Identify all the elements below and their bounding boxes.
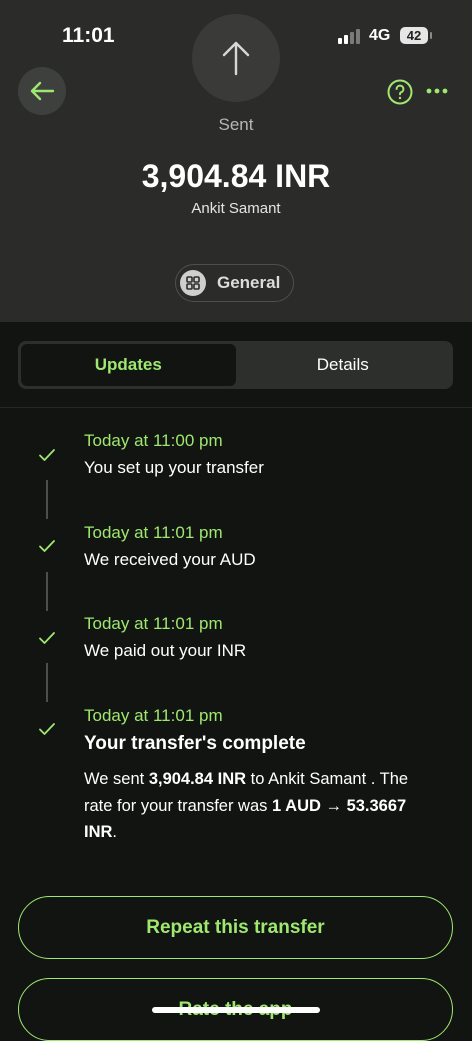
transfer-complete-description: We sent 3,904.84 INR to Ankit Samant . T… bbox=[84, 766, 439, 846]
arrow-left-icon bbox=[30, 81, 55, 101]
event-time: Today at 11:00 pm bbox=[84, 431, 223, 450]
recipient-name: Ankit Samant bbox=[191, 200, 281, 217]
check-icon bbox=[39, 449, 55, 461]
event-time: Today at 11:01 pm bbox=[84, 706, 223, 725]
help-icon[interactable] bbox=[387, 79, 413, 105]
transfer-header: 11:01 4G 42 Sent 3,904.84 INR Ankit Sama… bbox=[0, 0, 472, 322]
timeline-connector bbox=[46, 572, 48, 611]
event-title: You set up your transfer bbox=[84, 458, 264, 477]
back-button[interactable] bbox=[18, 67, 66, 115]
section-divider bbox=[0, 407, 472, 408]
transfer-status-label: Sent bbox=[218, 115, 254, 134]
tab-updates[interactable]: Updates bbox=[21, 344, 236, 386]
repeat-transfer-button[interactable]: Repeat this transfer bbox=[18, 896, 453, 959]
event-title: We received your AUD bbox=[84, 550, 256, 569]
signal-icon bbox=[338, 28, 364, 44]
timeline-connector bbox=[46, 480, 48, 519]
event-time: Today at 11:01 pm bbox=[84, 523, 223, 542]
network-type: 4G bbox=[369, 27, 391, 44]
home-indicator bbox=[152, 1007, 320, 1013]
check-icon bbox=[39, 632, 55, 644]
arrow-up-icon bbox=[222, 41, 250, 76]
sent-status-avatar bbox=[192, 14, 280, 102]
desc-text: . bbox=[112, 823, 118, 841]
battery-icon: 42 bbox=[400, 27, 428, 44]
tab-details[interactable]: Details bbox=[236, 344, 451, 386]
tab-bar: Updates Details bbox=[18, 341, 453, 389]
event-title: We paid out your INR bbox=[84, 641, 247, 660]
check-icon bbox=[39, 723, 55, 735]
check-icon bbox=[39, 540, 55, 552]
category-label: General bbox=[217, 273, 281, 292]
category-chip[interactable]: General bbox=[175, 264, 294, 302]
desc-amount: 3,904.84 INR bbox=[148, 770, 247, 788]
desc-text: We sent bbox=[84, 770, 149, 788]
timeline-connector bbox=[46, 663, 48, 702]
event-time: Today at 11:01 pm bbox=[84, 614, 223, 633]
battery-level: 42 bbox=[406, 28, 422, 43]
event-title: Your transfer's complete bbox=[84, 733, 306, 754]
more-options-icon[interactable] bbox=[426, 86, 448, 96]
battery-nub bbox=[430, 32, 432, 39]
status-time: 11:01 bbox=[62, 24, 115, 47]
category-grid-icon bbox=[180, 270, 206, 296]
transfer-amount: 3,904.84 INR bbox=[141, 158, 331, 194]
